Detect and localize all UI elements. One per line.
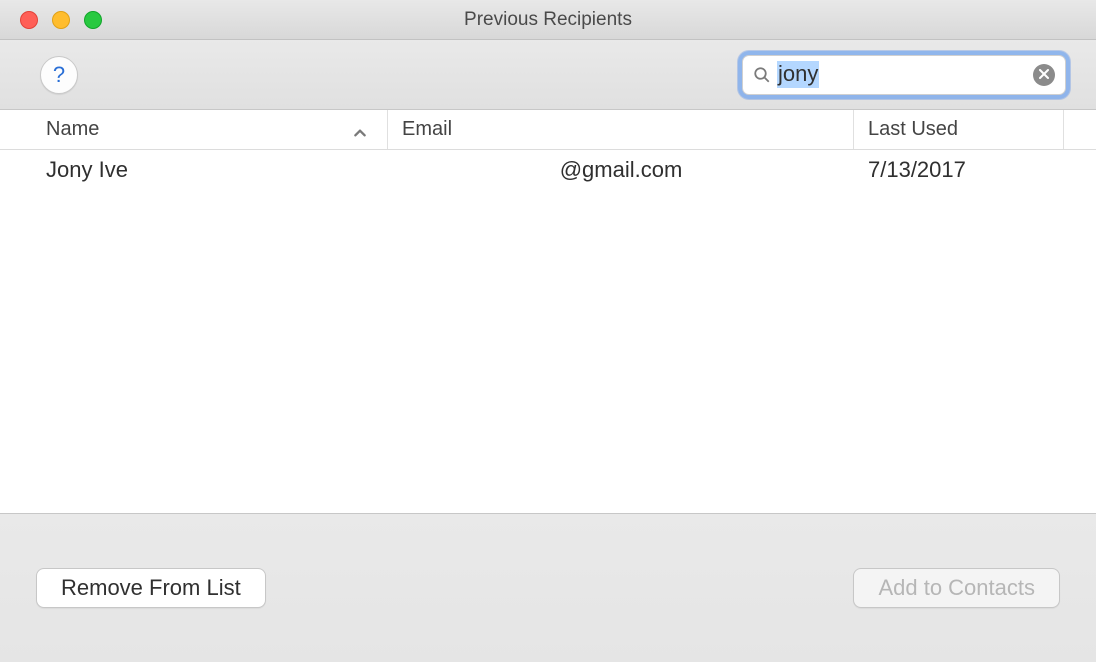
help-button[interactable]: ? [40,56,78,94]
window-controls [0,11,102,29]
add-to-contacts-button: Add to Contacts [853,568,1060,608]
close-icon [1039,66,1049,84]
search-input[interactable]: jony [742,55,1066,95]
footer: Remove From List Add to Contacts [0,514,1096,662]
window-title: Previous Recipients [0,9,1096,31]
column-header-spacer [1064,110,1096,149]
column-label: Email [402,118,452,141]
minimize-window-button[interactable] [52,11,70,29]
cell-last-used: 7/13/2017 [854,157,1064,183]
remove-from-list-button[interactable]: Remove From List [36,568,266,608]
close-window-button[interactable] [20,11,38,29]
column-header-email[interactable]: Email [388,110,854,149]
table-row[interactable]: Jony Ive @gmail.com 7/13/2017 [0,150,1096,190]
column-label: Name [46,118,99,141]
search-icon [753,66,771,84]
table-header: Name Email Last Used [0,110,1096,150]
clear-search-button[interactable] [1033,64,1055,86]
titlebar: Previous Recipients [0,0,1096,40]
column-label: Last Used [868,118,958,141]
search-value: jony [777,61,819,87]
column-header-last-used[interactable]: Last Used [854,110,1064,149]
chevron-up-icon [353,123,367,137]
table-body: Jony Ive @gmail.com 7/13/2017 [0,150,1096,514]
cell-name: Jony Ive [0,157,388,183]
column-header-name[interactable]: Name [0,110,388,149]
cell-email: @gmail.com [388,157,854,183]
zoom-window-button[interactable] [84,11,102,29]
toolbar: ? jony [0,40,1096,110]
